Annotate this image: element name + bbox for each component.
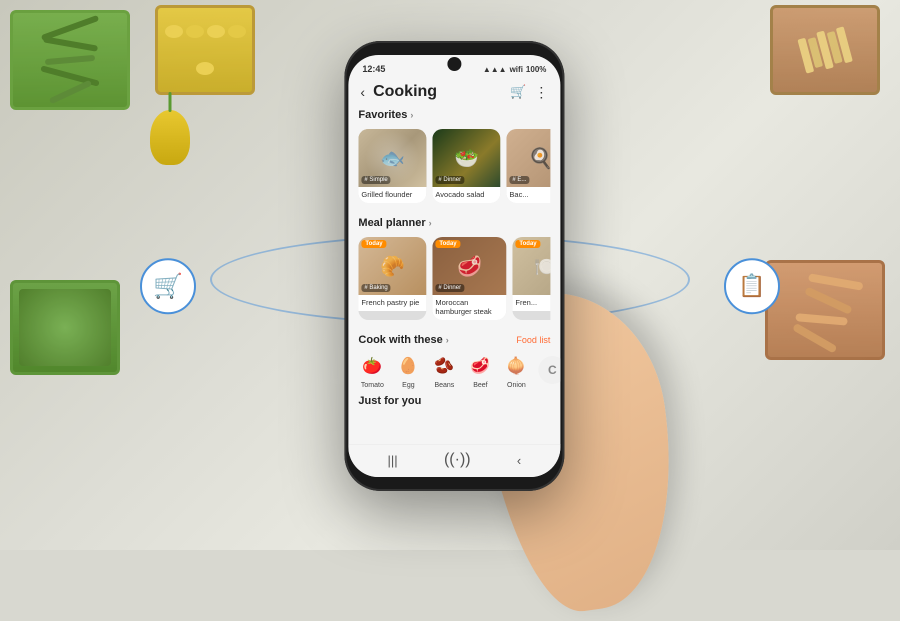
phone-frame: 12:45 ▲▲▲ wifi 100% ‹ Cooking 🛒 ⋮ bbox=[344, 41, 564, 491]
nav-home-button[interactable]: ((·)) bbox=[444, 451, 471, 469]
produce-crate-root bbox=[765, 260, 885, 360]
more-icon[interactable]: ⋮ bbox=[534, 84, 548, 101]
ingredient-egg[interactable]: 🥚 Egg bbox=[394, 352, 422, 389]
bacon-tag: # E... bbox=[509, 176, 529, 184]
onion-icon: 🧅 bbox=[502, 352, 530, 380]
produce-crate-lemons bbox=[155, 5, 255, 95]
favorites-chevron: › bbox=[410, 110, 413, 120]
ingredient-more[interactable]: C bbox=[538, 356, 560, 386]
pastry-tag: # Baking bbox=[361, 284, 390, 292]
just-for-you-label: Just for you bbox=[358, 395, 421, 407]
beans-icon: 🫘 bbox=[430, 352, 458, 380]
cook-chevron: › bbox=[446, 335, 449, 345]
favorites-header[interactable]: Favorites › bbox=[358, 109, 550, 121]
moroccan-tag: # Dinner bbox=[435, 284, 464, 292]
produce-crate-pasta bbox=[770, 5, 880, 95]
tomato-icon: 🍅 bbox=[358, 352, 386, 380]
meal-planner-label: Meal planner bbox=[358, 217, 425, 229]
pineapple bbox=[145, 90, 195, 170]
cook-label-text: Cook with these bbox=[358, 334, 442, 346]
phone-screen: 12:45 ▲▲▲ wifi 100% ‹ Cooking 🛒 ⋮ bbox=[348, 55, 560, 477]
beef-label: Beef bbox=[473, 382, 487, 389]
bacon-label: Bac... bbox=[506, 187, 550, 203]
ingredient-beans[interactable]: 🫘 Beans bbox=[430, 352, 458, 389]
cart-icon[interactable]: 🛒 bbox=[510, 84, 526, 101]
phone-notch bbox=[447, 57, 461, 71]
nav-menu-button[interactable]: ||| bbox=[388, 453, 398, 468]
card-moroccan-img: 🥩 Today # Dinner bbox=[432, 237, 506, 295]
signal-icon: ▲▲▲ bbox=[483, 65, 507, 74]
card-avocado-img: 🥗 # Dinner bbox=[432, 129, 500, 187]
ingredient-beef[interactable]: 🥩 Beef bbox=[466, 352, 494, 389]
produce-crate-herbs bbox=[10, 280, 120, 375]
moroccan-today: Today bbox=[435, 240, 460, 248]
app-header: ‹ Cooking 🛒 ⋮ bbox=[348, 79, 560, 109]
card-pastry[interactable]: 🥐 Today # Baking French pastry pie bbox=[358, 237, 426, 320]
card-french2[interactable]: 🍽️ Today Fren... bbox=[512, 237, 550, 320]
meal-planner-header[interactable]: Meal planner › bbox=[358, 217, 550, 229]
cook-with-label[interactable]: Cook with these › bbox=[358, 334, 448, 346]
pastry-today: Today bbox=[361, 240, 386, 248]
flounder-tag: # Simple bbox=[361, 176, 390, 184]
phone-container: 12:45 ▲▲▲ wifi 100% ‹ Cooking 🛒 ⋮ bbox=[344, 41, 564, 491]
cook-header: Cook with these › Food list bbox=[358, 334, 550, 346]
egg-icon: 🥚 bbox=[394, 352, 422, 380]
card-moroccan[interactable]: 🥩 Today # Dinner Moroccan hamburger stea… bbox=[432, 237, 506, 320]
ingredient-onion[interactable]: 🧅 Onion bbox=[502, 352, 530, 389]
favorites-cards: 🐟 # Simple Grilled flounder 🥗 # Dinner bbox=[358, 129, 550, 203]
tomato-label: Tomato bbox=[361, 382, 384, 389]
header-icons: 🛒 ⋮ bbox=[510, 84, 548, 101]
nav-back-button[interactable]: ‹ bbox=[517, 453, 521, 468]
avocado-label: Avocado salad bbox=[432, 187, 500, 203]
card-flounder[interactable]: 🐟 # Simple Grilled flounder bbox=[358, 129, 426, 203]
card-avocado[interactable]: 🥗 # Dinner Avocado salad bbox=[432, 129, 500, 203]
french2-today: Today bbox=[515, 240, 540, 248]
onion-label: Onion bbox=[507, 382, 526, 389]
card-bacon-img: 🍳 # E... bbox=[506, 129, 550, 187]
avocado-tag: # Dinner bbox=[435, 176, 464, 184]
back-button[interactable]: ‹ bbox=[360, 84, 365, 100]
background: 🛒 📋 On 60 12:45 ▲▲▲ wifi 100% bbox=[0, 0, 900, 550]
flounder-label: Grilled flounder bbox=[358, 187, 426, 203]
status-time: 12:45 bbox=[362, 64, 385, 74]
beans-label: Beans bbox=[434, 382, 454, 389]
app-title: Cooking bbox=[373, 83, 502, 101]
meal-planner-chevron: › bbox=[429, 218, 432, 228]
more-ingredients-icon: C bbox=[538, 356, 560, 384]
produce-crate-greenbeans bbox=[10, 10, 130, 110]
favorites-label: Favorites bbox=[358, 109, 407, 121]
food-list-link[interactable]: Food list bbox=[516, 335, 550, 345]
bottom-nav: ||| ((·)) ‹ bbox=[348, 444, 560, 477]
egg-label: Egg bbox=[402, 382, 414, 389]
ingredient-tomato[interactable]: 🍅 Tomato bbox=[358, 352, 386, 389]
moroccan-label: Moroccan hamburger steak bbox=[432, 295, 506, 320]
french2-label: Fren... bbox=[512, 295, 550, 311]
card-bacon[interactable]: 🍳 # E... Bac... bbox=[506, 129, 550, 203]
beef-icon: 🥩 bbox=[466, 352, 494, 380]
just-for-you-header[interactable]: Just for you bbox=[358, 395, 550, 407]
battery-icon: 100% bbox=[526, 65, 546, 74]
card-french2-img: 🍽️ Today bbox=[512, 237, 550, 295]
card-pastry-img: 🥐 Today # Baking bbox=[358, 237, 426, 295]
wifi-icon: wifi bbox=[510, 65, 523, 74]
card-flounder-img: 🐟 # Simple bbox=[358, 129, 426, 187]
screen-content: Favorites › 🐟 # Simple Grilled flounder bbox=[348, 109, 560, 444]
orbit-icon-right: 📋 bbox=[724, 258, 780, 314]
status-icons: ▲▲▲ wifi 100% bbox=[483, 65, 547, 74]
orbit-icon-left: 🛒 bbox=[140, 258, 196, 314]
ingredients-row: 🍅 Tomato 🥚 Egg 🫘 Beans 🥩 bbox=[358, 352, 550, 389]
pastry-label: French pastry pie bbox=[358, 295, 426, 311]
meal-planner-cards: 🥐 Today # Baking French pastry pie 🥩 bbox=[358, 237, 550, 320]
